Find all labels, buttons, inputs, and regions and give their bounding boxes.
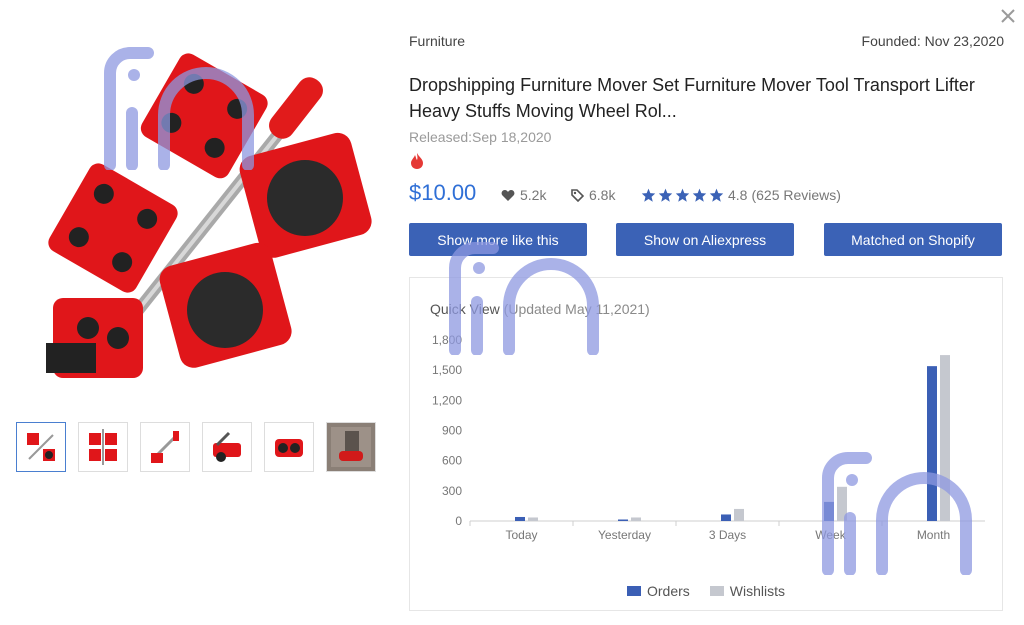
- x-tick-label: 3 Days: [709, 528, 746, 542]
- matched-on-shopify-button[interactable]: Matched on Shopify: [824, 223, 1002, 256]
- quick-view-card: Quick View (Updated May 11,2021) 0 300 600…: [409, 277, 1003, 611]
- orders-bar: [721, 514, 731, 521]
- y-tick-label: 900: [442, 424, 462, 438]
- heart-icon: [501, 189, 515, 201]
- legend-item[interactable]: Wishlists: [709, 583, 786, 599]
- legend-item[interactable]: Orders: [626, 583, 690, 599]
- product-price: $10.00: [409, 180, 477, 205]
- chart-legend: Orders Wishlists: [410, 583, 1002, 599]
- category-label: Furniture: [409, 33, 466, 49]
- tag-icon: [571, 188, 584, 202]
- x-tick-label: Yesterday: [598, 528, 651, 542]
- thumbnail-1[interactable]: [16, 422, 66, 472]
- thumbnail-2[interactable]: [78, 422, 128, 472]
- orders-bar: [824, 501, 834, 521]
- likes-stat: 5.2k: [501, 187, 546, 203]
- wishlists-bar: [734, 508, 744, 521]
- x-tick-label: Month: [917, 528, 950, 542]
- legend-swatch: [709, 586, 724, 596]
- star-icon: [675, 188, 690, 202]
- rating: 4.8 (625 Reviews): [641, 187, 841, 203]
- reviews-count: (625 Reviews): [751, 187, 841, 203]
- thumbnail-3[interactable]: [140, 422, 190, 472]
- rating-value: 4.8: [728, 187, 748, 203]
- wishlists-bar: [837, 486, 847, 521]
- legend-label: Orders: [646, 583, 690, 599]
- thumbnail-4[interactable]: [202, 422, 252, 472]
- star-icon: [692, 188, 707, 202]
- star-icon: [709, 188, 724, 202]
- thumbnail-5[interactable]: [264, 422, 314, 472]
- wishlists-bar: [940, 355, 950, 521]
- thumbnail-strip: [16, 422, 376, 472]
- quick-view-chart: 0 300 600 900 1,200 1,500 1,800 Today Yesterday 3…: [432, 333, 985, 542]
- y-tick-label: 600: [442, 454, 462, 468]
- x-tick-label: Week: [815, 528, 846, 542]
- orders-bar: [618, 519, 628, 521]
- legend-label: Wishlists: [729, 583, 786, 599]
- hot-flame-icon: [411, 153, 423, 169]
- x-tick-label: Today: [505, 528, 537, 542]
- rating-stars: [641, 188, 724, 202]
- star-icon: [658, 188, 673, 202]
- founded-date: Founded: Nov 23,2020: [861, 33, 1004, 49]
- y-tick-label: 1,800: [432, 333, 462, 347]
- tags-stat: 6.8k: [571, 187, 615, 203]
- show-on-aliexpress-button[interactable]: Show on Aliexpress: [616, 223, 794, 256]
- y-tick-label: 0: [455, 514, 462, 528]
- released-date: Released:Sep 18,2020: [409, 129, 552, 145]
- y-tick-label: 1,500: [432, 363, 462, 377]
- thumbnail-6[interactable]: [326, 422, 376, 472]
- close-icon[interactable]: [998, 6, 1018, 26]
- tags-count: 6.8k: [589, 187, 616, 203]
- wishlists-bar: [528, 517, 538, 521]
- y-tick-label: 1,200: [432, 393, 462, 407]
- wishlists-bar: [631, 517, 641, 521]
- likes-count: 5.2k: [520, 187, 547, 203]
- show-more-like-this-button[interactable]: Show more like this: [409, 223, 587, 256]
- star-icon: [641, 188, 656, 202]
- orders-bar: [927, 366, 937, 521]
- product-title: Dropshipping Furniture Mover Set Furnitu…: [409, 75, 975, 121]
- legend-swatch: [626, 586, 641, 596]
- orders-bar: [515, 516, 525, 521]
- product-main-image: [46, 53, 372, 378]
- y-tick-label: 300: [442, 484, 462, 498]
